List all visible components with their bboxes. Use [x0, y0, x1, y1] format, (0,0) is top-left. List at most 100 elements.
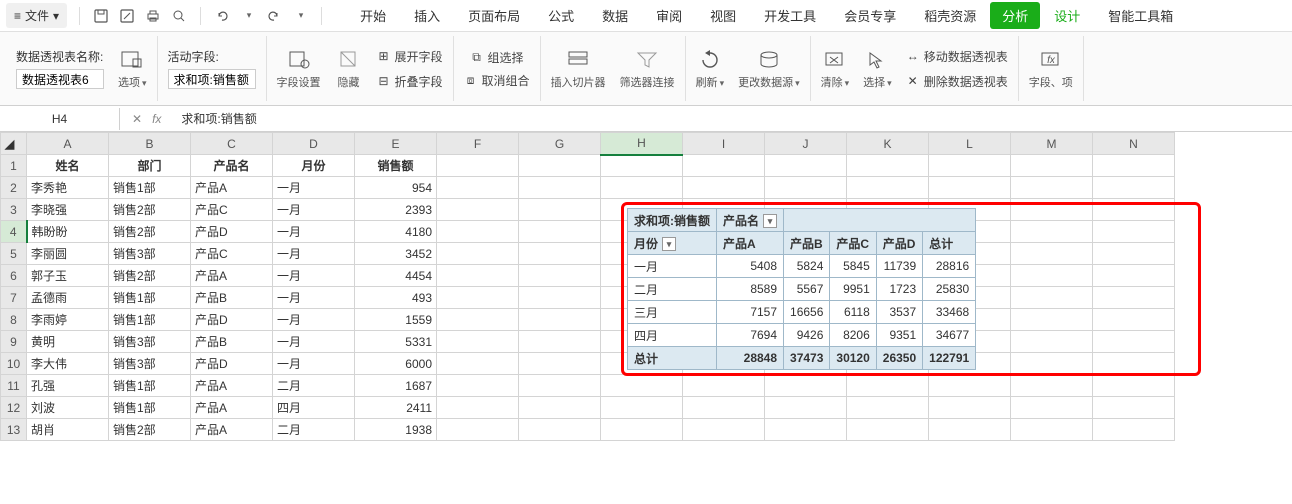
- spreadsheet-grid[interactable]: ◢ABCDEFGHIJKLMN1姓名部门产品名月份销售额2李秀艳销售1部产品A一…: [0, 132, 1292, 441]
- cell-E10[interactable]: 6000: [355, 353, 437, 375]
- cell-B2[interactable]: 销售1部: [109, 177, 191, 199]
- cell-B7[interactable]: 销售1部: [109, 287, 191, 309]
- col-header-D[interactable]: D: [273, 133, 355, 155]
- pivot-col-0[interactable]: 产品A: [717, 232, 784, 255]
- col-header-L[interactable]: L: [929, 133, 1011, 155]
- cell-D12[interactable]: 四月: [273, 397, 355, 419]
- field-settings-button[interactable]: 字段设置: [277, 48, 321, 90]
- pivot-total-3[interactable]: 26350: [876, 347, 922, 370]
- cell-G4[interactable]: [519, 221, 601, 243]
- cell-A2[interactable]: 李秀艳: [27, 177, 109, 199]
- cell-C3[interactable]: 产品C: [191, 199, 273, 221]
- cell-D11[interactable]: 二月: [273, 375, 355, 397]
- pivot-col-field[interactable]: 产品名▾: [717, 209, 784, 232]
- tab-toolbox[interactable]: 智能工具箱: [1094, 0, 1187, 31]
- cell-K13[interactable]: [847, 419, 929, 441]
- pivot-table[interactable]: 求和项:销售额产品名▾月份▾产品A产品B产品C产品D总计一月5408582458…: [627, 208, 976, 370]
- pivot-row-label-0[interactable]: 一月: [628, 255, 717, 278]
- pivot-col-3[interactable]: 产品D: [876, 232, 922, 255]
- cell-D7[interactable]: 一月: [273, 287, 355, 309]
- pivot-total-0[interactable]: 28848: [717, 347, 784, 370]
- move-pivot-button[interactable]: ↔移动数据透视表: [906, 46, 1008, 67]
- cell-G10[interactable]: [519, 353, 601, 375]
- cell-C1[interactable]: 产品名: [191, 155, 273, 177]
- col-header-A[interactable]: A: [27, 133, 109, 155]
- cell-E1[interactable]: 销售额: [355, 155, 437, 177]
- cell-F12[interactable]: [437, 397, 519, 419]
- redo-icon[interactable]: [265, 7, 283, 25]
- col-header-I[interactable]: I: [683, 133, 765, 155]
- cell-B9[interactable]: 销售3部: [109, 331, 191, 353]
- select-button[interactable]: 选择: [863, 48, 892, 90]
- cell-F5[interactable]: [437, 243, 519, 265]
- cell-F7[interactable]: [437, 287, 519, 309]
- cell-J2[interactable]: [765, 177, 847, 199]
- cell-F9[interactable]: [437, 331, 519, 353]
- save-as-icon[interactable]: [118, 7, 136, 25]
- active-field-input[interactable]: [168, 69, 256, 89]
- tab-member[interactable]: 会员专享: [830, 0, 910, 31]
- col-header-E[interactable]: E: [355, 133, 437, 155]
- cell-D6[interactable]: 一月: [273, 265, 355, 287]
- col-field-dropdown[interactable]: ▾: [763, 214, 777, 228]
- cell-G5[interactable]: [519, 243, 601, 265]
- cell-G2[interactable]: [519, 177, 601, 199]
- cell-D9[interactable]: 一月: [273, 331, 355, 353]
- row-header-12[interactable]: 12: [1, 397, 27, 419]
- cell-A13[interactable]: 胡肖: [27, 419, 109, 441]
- pivot-val-3-4[interactable]: 34677: [923, 324, 976, 347]
- cell-F3[interactable]: [437, 199, 519, 221]
- undo-dropdown[interactable]: [239, 7, 257, 25]
- cell-B1[interactable]: 部门: [109, 155, 191, 177]
- cell-D4[interactable]: 一月: [273, 221, 355, 243]
- cell-K1[interactable]: [847, 155, 929, 177]
- row-header-2[interactable]: 2: [1, 177, 27, 199]
- cell-C5[interactable]: 产品C: [191, 243, 273, 265]
- pivot-row-label-1[interactable]: 二月: [628, 278, 717, 301]
- hide-button[interactable]: 隐藏: [335, 48, 363, 90]
- pivot-row-field[interactable]: 月份▾: [628, 232, 717, 255]
- options-button[interactable]: 选项: [118, 48, 147, 90]
- tab-design[interactable]: 设计: [1040, 0, 1094, 31]
- delete-pivot-button[interactable]: ✕删除数据透视表: [906, 71, 1008, 92]
- cell-A4[interactable]: 韩盼盼: [27, 221, 109, 243]
- cell-M2[interactable]: [1011, 177, 1093, 199]
- cell-B11[interactable]: 销售1部: [109, 375, 191, 397]
- fx-icon[interactable]: fx: [152, 112, 161, 126]
- file-menu[interactable]: ≡ 文件 ▾: [6, 3, 67, 28]
- cell-I13[interactable]: [683, 419, 765, 441]
- cell-E12[interactable]: 2411: [355, 397, 437, 419]
- collapse-field-button[interactable]: ⊟折叠字段: [377, 71, 443, 92]
- cell-M1[interactable]: [1011, 155, 1093, 177]
- tab-analysis[interactable]: 分析: [990, 2, 1040, 29]
- pivot-val-3-3[interactable]: 9351: [876, 324, 922, 347]
- row-header-6[interactable]: 6: [1, 265, 27, 287]
- col-header-H[interactable]: H: [601, 133, 683, 155]
- cell-J11[interactable]: [765, 375, 847, 397]
- cell-K2[interactable]: [847, 177, 929, 199]
- cell-B8[interactable]: 销售1部: [109, 309, 191, 331]
- print-icon[interactable]: [144, 7, 162, 25]
- cell-F11[interactable]: [437, 375, 519, 397]
- cell-F1[interactable]: [437, 155, 519, 177]
- select-all-corner[interactable]: ◢: [1, 133, 27, 155]
- cell-C10[interactable]: 产品D: [191, 353, 273, 375]
- tab-insert[interactable]: 插入: [400, 0, 454, 31]
- pivot-val-0-0[interactable]: 5408: [717, 255, 784, 278]
- cell-E6[interactable]: 4454: [355, 265, 437, 287]
- cell-I12[interactable]: [683, 397, 765, 419]
- ungroup-button[interactable]: ⧈取消组合: [464, 70, 530, 91]
- pivot-val-3-0[interactable]: 7694: [717, 324, 784, 347]
- cell-A11[interactable]: 孔强: [27, 375, 109, 397]
- cell-I11[interactable]: [683, 375, 765, 397]
- cell-L1[interactable]: [929, 155, 1011, 177]
- change-source-button[interactable]: 更改数据源: [738, 48, 800, 90]
- cell-G9[interactable]: [519, 331, 601, 353]
- cell-L12[interactable]: [929, 397, 1011, 419]
- cell-N1[interactable]: [1093, 155, 1175, 177]
- cell-A10[interactable]: 李大伟: [27, 353, 109, 375]
- cell-G8[interactable]: [519, 309, 601, 331]
- cell-G1[interactable]: [519, 155, 601, 177]
- cell-A9[interactable]: 黄明: [27, 331, 109, 353]
- col-header-F[interactable]: F: [437, 133, 519, 155]
